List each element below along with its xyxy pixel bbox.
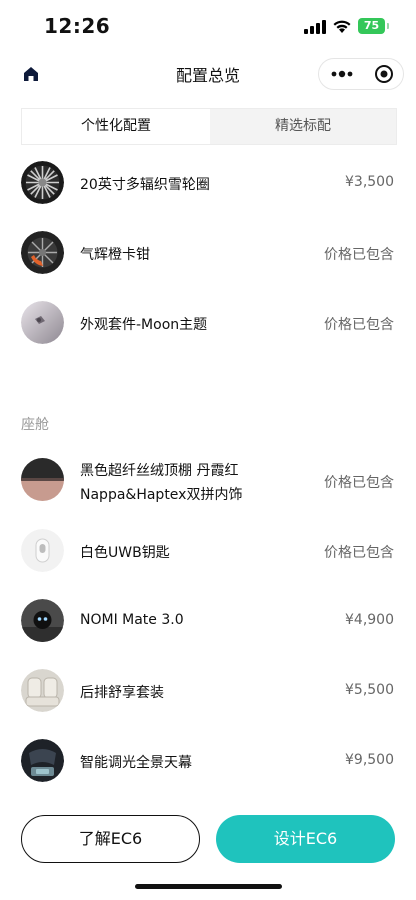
- item-price: ¥9,500: [345, 752, 394, 768]
- item-price: 价格已包含: [324, 475, 394, 491]
- tab-bar: 个性化配置 精选标配: [21, 108, 397, 145]
- mini-program-capsule: [318, 58, 404, 90]
- tab-personalized[interactable]: 个性化配置: [22, 109, 210, 144]
- battery-cap: [387, 23, 389, 29]
- tab-standard[interactable]: 精选标配: [210, 109, 396, 144]
- item-price: ¥4,900: [345, 612, 394, 628]
- list-item-nomi-mate[interactable]: NOMI Mate 3.0 ¥4,900: [0, 590, 416, 650]
- nomi-mate-thumbnail: [21, 599, 64, 642]
- exterior-kit-thumbnail: [21, 301, 64, 344]
- item-price: ¥5,500: [345, 682, 394, 698]
- rear-seat-thumbnail: [21, 669, 64, 712]
- design-ec6-button[interactable]: 设计EC6: [216, 815, 395, 863]
- interior-thumbnail: [21, 458, 64, 501]
- item-price: 价格已包含: [324, 317, 394, 333]
- wifi-icon: [333, 20, 351, 33]
- target-close-icon[interactable]: [374, 64, 394, 84]
- list-item-panoramic-roof[interactable]: 智能调光全景天幕 ¥9,500: [0, 730, 416, 790]
- list-item-rear-seat-kit[interactable]: 后排舒享套装 ¥5,500: [0, 660, 416, 720]
- list-item-exterior-kit[interactable]: 外观套件-Moon主题 价格已包含: [0, 292, 416, 352]
- item-name: 气辉橙卡钳: [80, 247, 150, 263]
- item-price: 价格已包含: [324, 545, 394, 561]
- item-name: 后排舒享套装: [80, 685, 164, 701]
- more-dots-icon[interactable]: [329, 65, 355, 83]
- item-name-line1: 黑色超纤丝绒顶棚 丹霞红: [80, 463, 239, 479]
- list-item-interior[interactable]: 黑色超纤丝绒顶棚 丹霞红 Nappa&Haptex双拼内饰 价格已包含: [0, 450, 416, 510]
- item-price: ¥3,500: [345, 174, 394, 190]
- battery-level: 75: [363, 19, 380, 32]
- item-name: 外观套件-Moon主题: [80, 317, 208, 333]
- caliper-thumbnail: [21, 231, 64, 274]
- list-item-wheels[interactable]: 20英寸多辐织雪轮圈 ¥3,500: [0, 152, 416, 212]
- cellular-signal-icon: [304, 20, 326, 34]
- status-bar: 12:26 75: [0, 0, 416, 50]
- item-name: 智能调光全景天幕: [80, 755, 192, 771]
- status-time: 12:26: [44, 14, 111, 38]
- item-name: 白色UWB钥匙: [80, 545, 170, 561]
- item-name: 20英寸多辐织雪轮圈: [80, 177, 210, 193]
- item-name-line2: Nappa&Haptex双拼内饰: [80, 487, 243, 503]
- section-title-cabin: 座舱: [21, 417, 49, 433]
- home-indicator: [135, 884, 282, 889]
- item-name: NOMI Mate 3.0: [80, 612, 184, 628]
- panoramic-roof-thumbnail: [21, 739, 64, 782]
- nav-bar: 配置总览: [0, 50, 416, 98]
- learn-ec6-button[interactable]: 了解EC6: [21, 815, 200, 863]
- item-price: 价格已包含: [324, 247, 394, 263]
- wheel-thumbnail: [21, 161, 64, 204]
- battery-icon: 75: [358, 18, 385, 34]
- uwb-key-thumbnail: [21, 529, 64, 572]
- list-item-calipers[interactable]: 气辉橙卡钳 价格已包含: [0, 222, 416, 282]
- list-item-uwb-key[interactable]: 白色UWB钥匙 价格已包含: [0, 520, 416, 580]
